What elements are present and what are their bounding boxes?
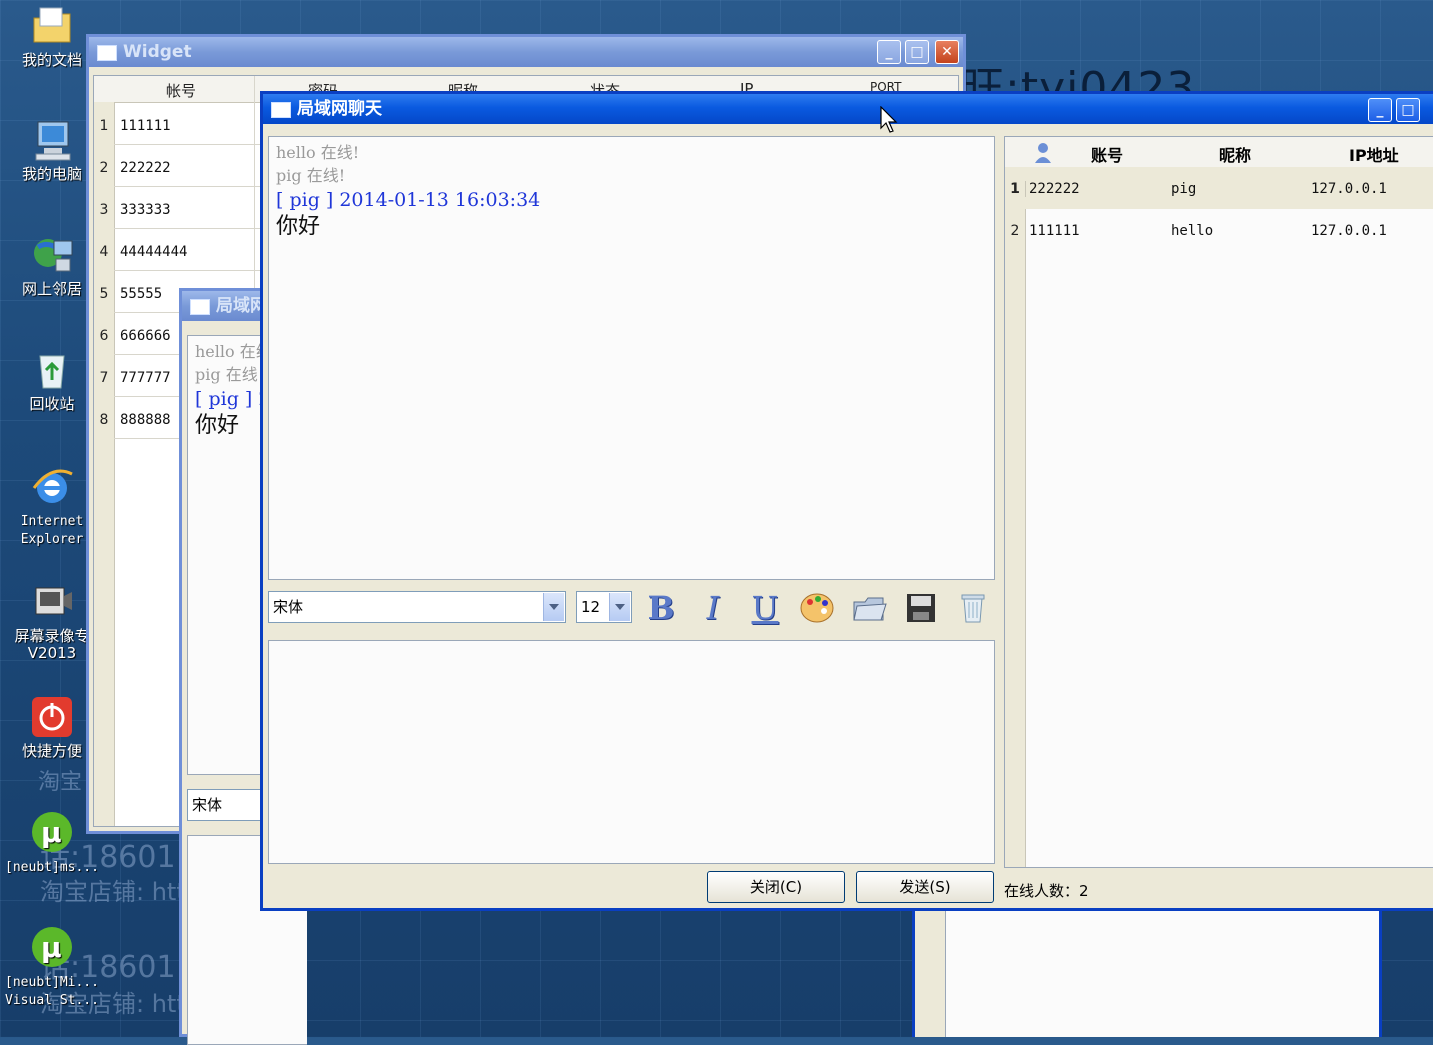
desktop-icon-label: 网上邻居 [21, 280, 82, 298]
font-family-value: 宋体 [273, 598, 304, 616]
system-message: pig 在线! [276, 166, 346, 185]
palette-icon [800, 593, 834, 623]
user-nickname[interactable]: hello [1171, 223, 1213, 239]
table-cell-account[interactable]: 44444444 [120, 244, 187, 260]
color-button[interactable] [797, 588, 837, 628]
column-header[interactable]: 账号 [1091, 142, 1123, 166]
bold-button[interactable]: B [641, 588, 681, 628]
window-icon [97, 45, 117, 61]
widget-titlebar[interactable]: Widget _ □ ✕ [89, 37, 963, 67]
table-cell-account[interactable]: 777777 [120, 370, 171, 386]
message-body: 你好 [276, 214, 321, 239]
desktop-icon-label: 快捷方便 [21, 742, 82, 760]
desktop-icon-label: 我的文档 [21, 51, 82, 69]
maximize-button[interactable]: □ [905, 40, 929, 64]
message-input[interactable] [268, 640, 995, 864]
table-cell-account[interactable]: 666666 [120, 328, 171, 344]
send-button[interactable]: 发送(S) [856, 871, 994, 903]
close-button[interactable]: ✕ [935, 40, 959, 64]
column-header[interactable]: IP地址 [1349, 142, 1399, 166]
row-number: 7 [94, 370, 115, 386]
save-button[interactable] [901, 588, 941, 628]
table-cell-account[interactable]: 222222 [120, 160, 171, 176]
close-chat-button[interactable]: 关闭(C) [707, 871, 845, 903]
computer-icon [30, 118, 74, 162]
column-header[interactable]: 帐号 [166, 80, 196, 101]
italic-icon: I [706, 589, 720, 627]
user-nickname[interactable]: pig [1171, 181, 1196, 197]
ie-icon [30, 464, 74, 508]
user-account[interactable]: 111111 [1029, 223, 1080, 239]
chevron-down-icon[interactable] [609, 593, 630, 621]
online-count-label: 在线人数：2 [1004, 882, 1089, 900]
row-number: 8 [94, 412, 115, 428]
desktop-icon-label: 我的电脑 [21, 165, 82, 183]
save-icon [907, 594, 935, 622]
font-size-value: 12 [581, 598, 601, 616]
clear-button[interactable] [953, 588, 993, 628]
network-icon [30, 233, 74, 277]
desktop-icon-label: [neubt]ms... [5, 860, 99, 875]
row-number: 2 [94, 160, 115, 176]
table-header: 账号 昵称 IP地址 [1005, 137, 1433, 168]
utorrent-icon: µ [30, 810, 74, 854]
online-user-table[interactable]: 账号 昵称 IP地址 1 222222 pig 127.0.0.1 2 1111… [1004, 136, 1433, 868]
mouse-cursor-icon [880, 106, 898, 133]
font-family-select[interactable]: 宋体 [268, 591, 566, 623]
user-icon [1035, 143, 1051, 163]
desktop-icon-label: 回收站 [29, 395, 75, 413]
table-cell-account[interactable]: 111111 [120, 118, 171, 134]
underline-button[interactable]: U [745, 588, 785, 628]
user-ip[interactable]: 127.0.0.1 [1311, 223, 1387, 239]
desktop-icon-utorrent-2[interactable]: µ [neubt]Mi... Visual St... [0, 925, 104, 1009]
documents-folder-icon [30, 4, 74, 48]
chevron-down-icon[interactable] [543, 593, 564, 621]
message-display-area[interactable]: hello 在线! pig 在线! [ pig ] 2014-01-13 16:… [268, 136, 995, 580]
row-number: 1 [1005, 181, 1026, 197]
window-icon [271, 102, 291, 118]
watermark-text: 淘宝店铺: http [40, 878, 201, 906]
column-header[interactable]: 昵称 [1219, 142, 1251, 166]
watermark-text: 淘宝 [38, 770, 83, 795]
recycle-bin-icon [30, 348, 74, 392]
row-number: 2 [1005, 223, 1026, 239]
chat-titlebar[interactable]: 局域网聊天 _ □ [263, 94, 1433, 124]
row-number: 5 [94, 286, 115, 302]
power-icon [30, 695, 74, 739]
svg-text:µ: µ [41, 816, 62, 849]
message-header: [ pig ] 2014-01-13 16:03:34 [276, 189, 541, 211]
desktop-icon-label: [neubt]Mi... Visual St... [5, 975, 99, 1008]
row-header-column [1005, 167, 1026, 867]
background-window-fragment [912, 905, 1382, 1037]
svg-text:µ: µ [41, 931, 62, 964]
maximize-button[interactable]: □ [1396, 98, 1420, 122]
table-cell-account[interactable]: 333333 [120, 202, 171, 218]
trash-icon [961, 594, 985, 623]
minimize-button[interactable]: _ [877, 40, 901, 64]
font-size-select[interactable]: 12 [576, 591, 632, 623]
row-number: 4 [94, 244, 115, 260]
screen-recorder-icon [30, 580, 74, 624]
user-account[interactable]: 222222 [1029, 181, 1080, 197]
row-number: 3 [94, 202, 115, 218]
user-ip[interactable]: 127.0.0.1 [1311, 181, 1387, 197]
chat-window: 局域网聊天 _ □ hello 在线! pig 在线! [ pig ] 2014… [260, 91, 1433, 911]
window-icon [190, 299, 210, 315]
desktop-icon-label: 屏幕录像专 V2013 [14, 627, 90, 662]
folder-open-icon [853, 597, 887, 621]
table-cell-account[interactable]: 888888 [120, 412, 171, 428]
desktop-icon-label: Internet Explorer [20, 514, 84, 547]
table-cell-account[interactable]: 55555 [120, 286, 162, 302]
window-title: 局域网聊天 [297, 99, 382, 119]
utorrent-icon: µ [30, 925, 74, 969]
row-number: 6 [94, 328, 115, 344]
italic-button[interactable]: I [693, 588, 733, 628]
open-file-button[interactable] [849, 588, 889, 628]
underline-icon: U [751, 589, 779, 627]
minimize-button[interactable]: _ [1368, 98, 1392, 122]
row-number: 1 [94, 118, 115, 134]
system-message: hello 在线! [276, 143, 360, 162]
window-title: Widget [123, 42, 192, 62]
bold-icon: B [647, 589, 675, 627]
